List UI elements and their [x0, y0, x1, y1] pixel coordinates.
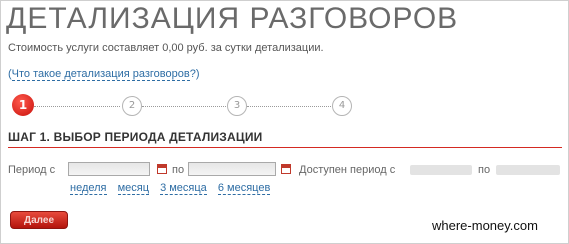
period-to-label: по: [172, 164, 185, 176]
step-indicator-1: 1: [12, 94, 34, 116]
period-from-label: Период с: [8, 164, 56, 176]
range-week-link[interactable]: неделя: [70, 182, 107, 195]
link-close-paren: ?): [189, 68, 200, 80]
step-indicator-4: 4: [332, 96, 352, 116]
step-indicator-3: 3: [227, 96, 247, 116]
step-heading: ШАГ 1. ВЫБОР ПЕРИОДА ДЕТАЛИЗАЦИИ: [8, 130, 263, 144]
available-from-value: [410, 165, 472, 175]
what-is-detalization-link-text[interactable]: Что такое детализация разговоров: [11, 68, 190, 81]
available-to-value: [496, 165, 560, 175]
step-connector: [142, 106, 226, 107]
step-divider: [8, 147, 562, 148]
range-3-months-link[interactable]: 3 месяца: [160, 182, 207, 195]
page-title: ДЕТАЛИЗАЦИЯ РАЗГОВОРОВ: [6, 2, 459, 35]
service-cost-text: Стоимость услуги составляет 0,00 руб. за…: [8, 42, 324, 54]
quick-range-links: неделя месяц 3 месяца 6 месяцев: [70, 182, 278, 195]
period-from-input[interactable]: [68, 162, 150, 176]
period-to-input[interactable]: [188, 162, 276, 176]
step-indicator-2: 2: [122, 96, 142, 116]
page-frame: [0, 0, 569, 244]
what-is-detalization-link[interactable]: (Что такое детализация разговоров?): [8, 68, 200, 81]
range-6-months-link[interactable]: 6 месяцев: [217, 182, 271, 195]
step-connector: [247, 106, 331, 107]
step-progress: 1 2 3 4: [12, 94, 357, 118]
available-to-label: по: [478, 164, 491, 176]
calendar-icon[interactable]: [281, 164, 291, 174]
range-month-link[interactable]: месяц: [117, 182, 149, 195]
watermark: where-money.com: [432, 218, 538, 233]
calendar-icon[interactable]: [157, 164, 167, 174]
step-connector: [34, 106, 120, 107]
available-period-label: Доступен период с: [299, 164, 396, 176]
next-button[interactable]: Далее: [10, 211, 68, 229]
